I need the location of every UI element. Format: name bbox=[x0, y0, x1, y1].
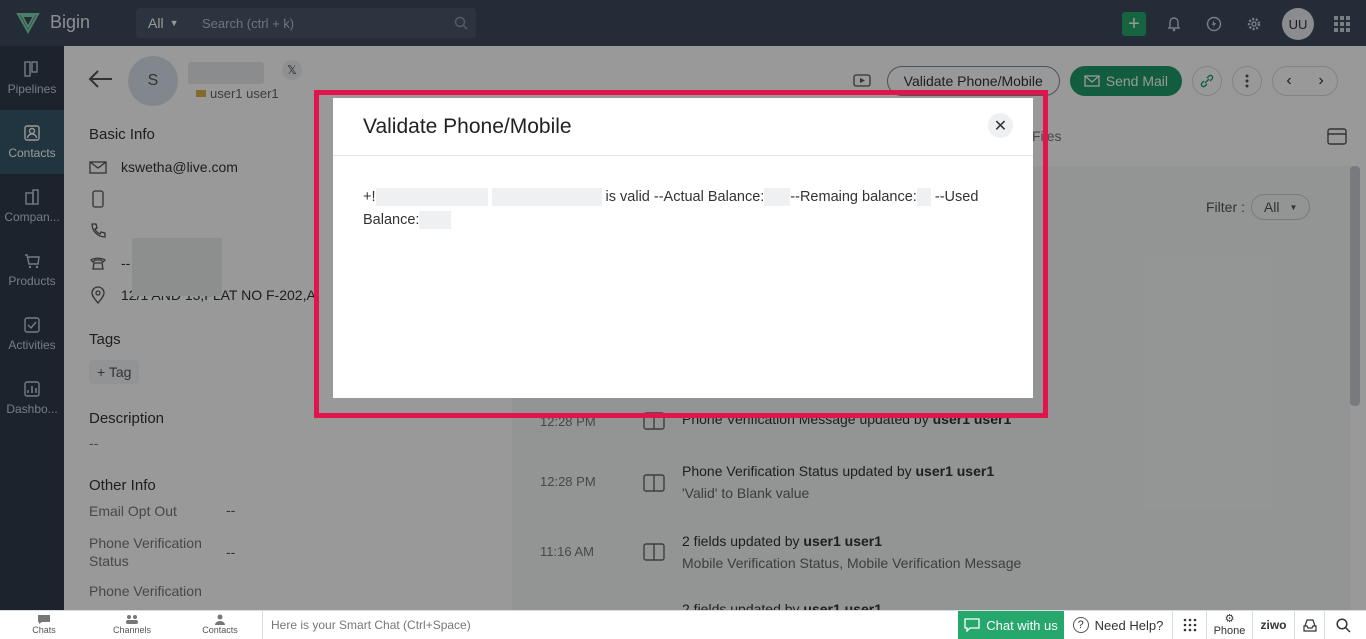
chat-with-us-button[interactable]: Chat with us bbox=[958, 611, 1064, 639]
validate-phone-dialog: Validate Phone/Mobile ✕ +! is valid --Ac… bbox=[333, 98, 1033, 398]
inbox-icon[interactable] bbox=[1294, 611, 1324, 639]
message-used-balance-text: Balance: bbox=[363, 212, 420, 228]
bottom-bar: Chats Channels Contacts Here is your Sma… bbox=[0, 610, 1366, 639]
phone-settings-button[interactable]: ⚙ Phone bbox=[1206, 611, 1252, 639]
chat-with-us-label: Chat with us bbox=[986, 617, 1058, 633]
channels-icon bbox=[126, 615, 138, 624]
search-icon[interactable] bbox=[1324, 611, 1362, 639]
close-icon[interactable]: ✕ bbox=[988, 113, 1013, 138]
message-prefix: +! bbox=[363, 189, 376, 205]
tab-label: Contacts bbox=[202, 625, 238, 635]
help-icon: ? bbox=[1072, 617, 1089, 633]
dialog-header: Validate Phone/Mobile bbox=[333, 98, 1033, 156]
phone-label: Phone bbox=[1213, 624, 1246, 637]
tab-label: Chats bbox=[32, 625, 56, 635]
tab-chats[interactable]: Chats bbox=[0, 614, 88, 635]
tab-channels[interactable]: Channels bbox=[88, 614, 176, 635]
chat-bubble-icon bbox=[964, 618, 980, 632]
gear-icon: ⚙ bbox=[1224, 612, 1235, 625]
dialpad-icon[interactable] bbox=[1172, 611, 1206, 639]
smart-chat-input[interactable]: Here is your Smart Chat (Ctrl+Space) bbox=[262, 611, 958, 639]
chat-bubble-icon bbox=[38, 615, 50, 624]
redacted-value bbox=[916, 188, 931, 207]
tab-label: Channels bbox=[112, 625, 152, 635]
ziwo-brand[interactable]: ziwo bbox=[1252, 611, 1294, 639]
message-remaining-text: --Remaing balance: bbox=[790, 189, 917, 205]
redacted-value bbox=[764, 188, 791, 207]
redacted-value bbox=[419, 211, 452, 230]
dialog-message: +! is valid --Actual Balance: --Remaing b… bbox=[333, 156, 1033, 262]
dialog-title: Validate Phone/Mobile bbox=[363, 114, 572, 138]
person-icon bbox=[215, 614, 225, 625]
message-used-text: --Used bbox=[934, 189, 979, 205]
redacted-number bbox=[491, 188, 602, 207]
message-valid-text: is valid --Actual Balance: bbox=[605, 189, 765, 205]
redacted-number bbox=[375, 188, 488, 207]
tab-contacts[interactable]: Contacts bbox=[176, 614, 264, 635]
bottom-bar-tools: ⚙ Phone ziwo bbox=[1172, 611, 1362, 639]
need-help-label: Need Help? bbox=[1094, 617, 1164, 633]
need-help-button[interactable]: ? Need Help? bbox=[1066, 611, 1170, 639]
